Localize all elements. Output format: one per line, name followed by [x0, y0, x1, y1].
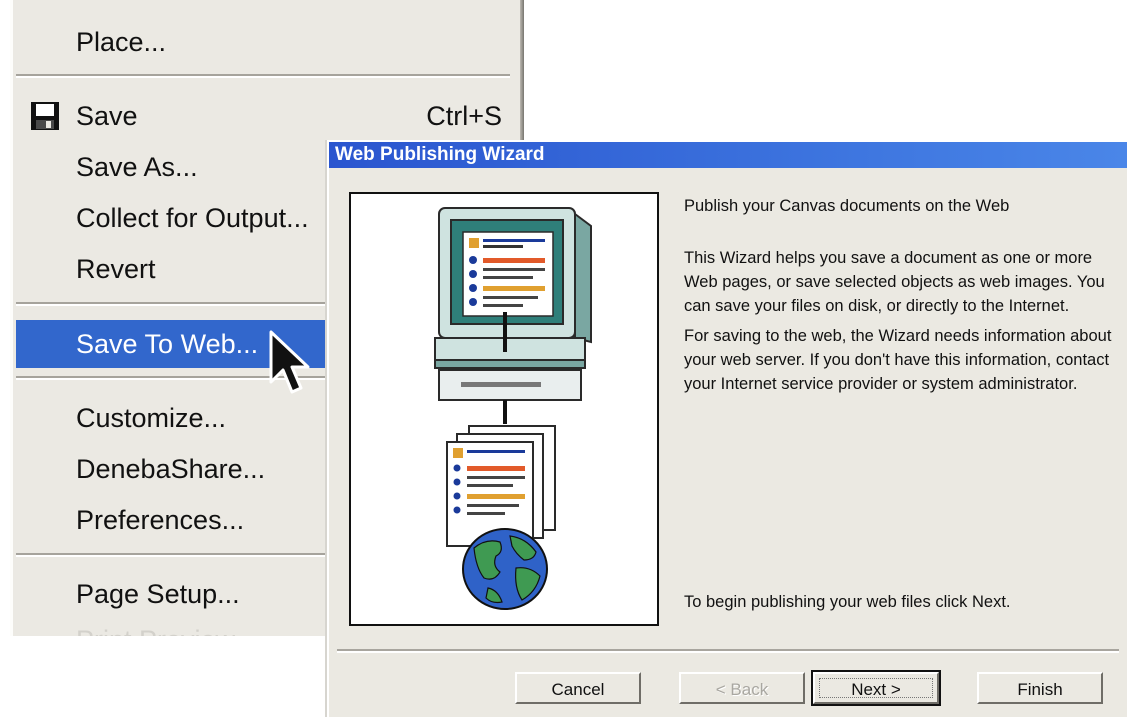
menu-item-label: Print Preview...: [76, 618, 256, 636]
dialog-title: Web Publishing Wizard: [335, 144, 545, 165]
cancel-button[interactable]: Cancel: [515, 672, 641, 704]
menu-item-shortcut: Ctrl+S: [426, 101, 502, 131]
wizard-instruction: To begin publishing your web files click…: [684, 593, 1011, 611]
wizard-description: Publish your Canvas documents on the Web…: [684, 194, 1114, 396]
dialog-title-bar[interactable]: Web Publishing Wizard: [329, 142, 1127, 168]
menu-item-label: Collect for Output...: [76, 203, 309, 233]
wizard-paragraph: For saving to the web, the Wizard needs …: [684, 327, 1112, 393]
menu-item-label: Save As...: [76, 152, 198, 182]
finish-button[interactable]: Finish: [977, 672, 1103, 704]
menu-item-label: Save To Web...: [76, 329, 259, 359]
menu-item-label: Save: [76, 101, 138, 131]
back-button[interactable]: < Back: [679, 672, 805, 704]
wizard-heading: Publish your Canvas documents on the Web: [684, 197, 1010, 215]
menu-item-label: DenebaShare...: [76, 454, 266, 484]
menu-item-save[interactable]: Save Ctrl+S: [16, 94, 516, 138]
menu-item-label: Page Setup...: [76, 579, 240, 609]
next-button[interactable]: Next >: [811, 670, 941, 706]
floppy-disk-icon: [31, 102, 59, 130]
mouse-pointer-icon: [269, 330, 310, 394]
menu-item-label: Preferences...: [76, 505, 245, 535]
menu-separator: [16, 74, 510, 78]
globe-icon: [462, 528, 548, 610]
menu-item-place[interactable]: Place...: [16, 20, 516, 64]
menu-item-label: Place...: [76, 27, 167, 57]
menu-item-label: Customize...: [76, 403, 227, 433]
computer-monitor-icon: [434, 207, 592, 424]
menu-item-label: Revert: [76, 254, 156, 284]
dialog-separator: [337, 649, 1119, 653]
wizard-paragraph: This Wizard helps you save a document as…: [684, 249, 1105, 315]
web-publishing-wizard-dialog: Web Publishing Wizard Publish your Canva…: [327, 140, 1127, 717]
